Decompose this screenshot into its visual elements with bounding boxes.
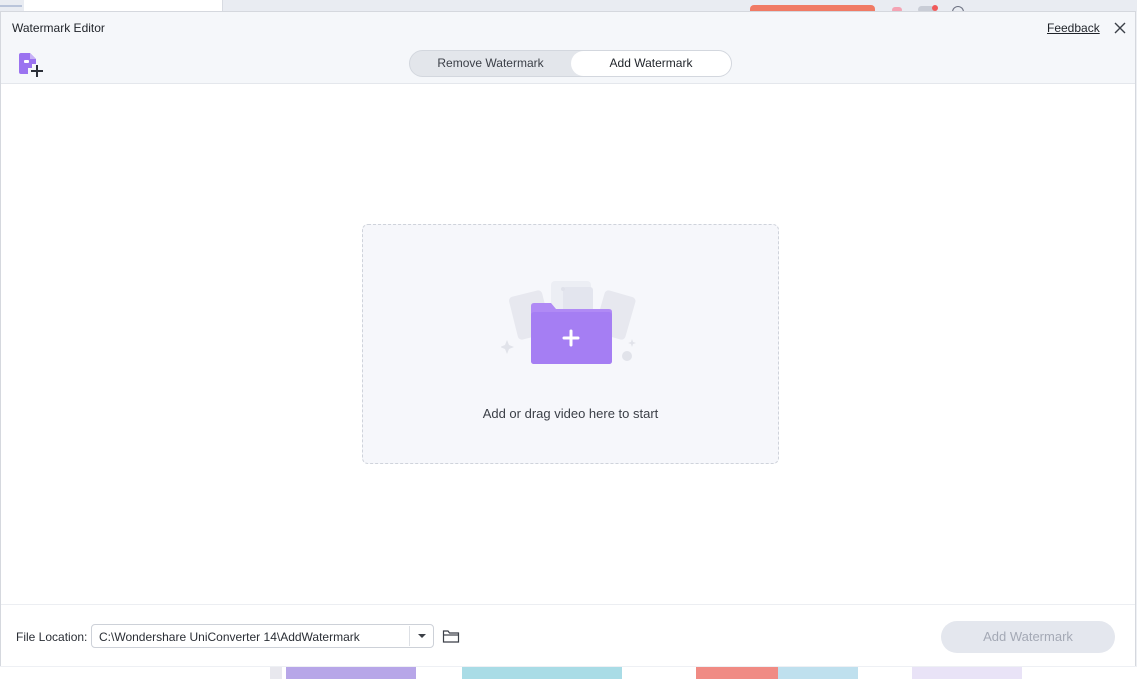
file-location-select[interactable]: C:\Wondershare UniConverter 14\AddWaterm…: [91, 624, 434, 648]
add-file-button[interactable]: [16, 52, 46, 78]
file-location-value: C:\Wondershare UniConverter 14\AddWaterm…: [99, 630, 360, 644]
background-tab: [24, 0, 223, 11]
watermark-editor-dialog: Watermark Editor Feedback Remove Waterma…: [0, 11, 1136, 666]
video-dropzone[interactable]: Add or drag video here to start: [362, 224, 779, 464]
background-thumb: [778, 667, 858, 679]
background-thumb: [286, 667, 416, 679]
tab-remove-watermark[interactable]: Remove Watermark: [410, 51, 571, 76]
close-button[interactable]: [1111, 19, 1129, 37]
open-folder-button[interactable]: [442, 628, 460, 644]
background-left-piece: [0, 5, 22, 7]
add-folder-illustration-icon: [501, 281, 636, 364]
chevron-down-icon[interactable]: [416, 631, 428, 641]
tab-add-watermark[interactable]: Add Watermark: [571, 51, 731, 76]
dialog-title: Watermark Editor: [12, 21, 105, 35]
background-thumb: [912, 667, 1022, 679]
file-location-label: File Location:: [16, 630, 88, 644]
background-app-bottom: [0, 667, 1137, 679]
dropzone-prompt: Add or drag video here to start: [482, 406, 659, 421]
background-thumb: [462, 667, 622, 679]
folder-icon: [442, 630, 460, 643]
feedback-link[interactable]: Feedback: [1047, 21, 1100, 35]
add-watermark-button[interactable]: Add Watermark: [941, 621, 1115, 653]
add-file-icon: [19, 53, 43, 77]
mode-toggle: Remove Watermark Add Watermark: [409, 50, 732, 77]
close-icon: [1114, 22, 1126, 34]
dialog-header: Watermark Editor Feedback Remove Waterma…: [1, 12, 1135, 84]
background-thumb: [270, 667, 282, 679]
select-divider: [409, 626, 410, 646]
dialog-footer: File Location: C:\Wondershare UniConvert…: [1, 604, 1135, 666]
background-thumb: [696, 667, 778, 679]
